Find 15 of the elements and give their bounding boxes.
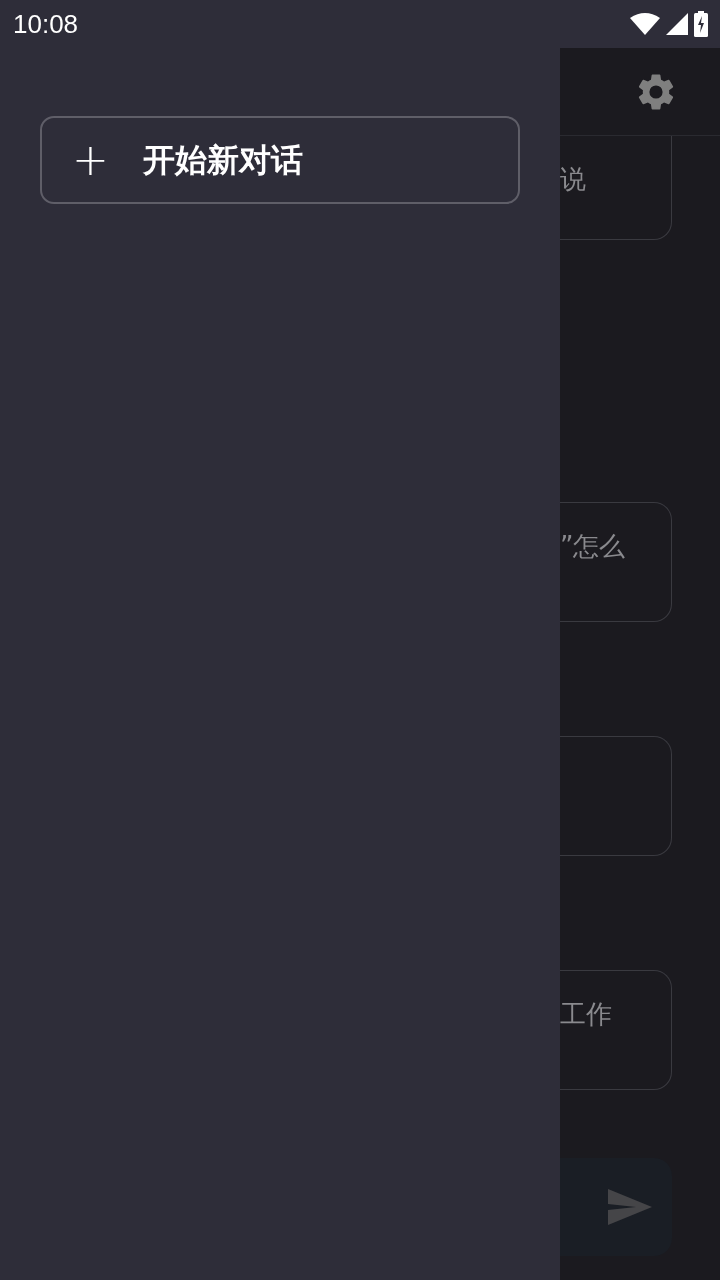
status-time: 10:08 — [13, 7, 79, 41]
message-text: 工作 — [560, 999, 612, 1029]
message-card[interactable] — [560, 736, 672, 856]
message-text: 说 — [560, 164, 586, 194]
new-chat-button[interactable]: + 开始新对话 — [40, 116, 520, 204]
battery-icon — [694, 11, 708, 37]
plus-icon: + — [72, 138, 109, 182]
message-text: ”怎么 — [560, 531, 626, 561]
message-card[interactable]: 工作 — [560, 970, 672, 1090]
send-icon — [608, 1189, 652, 1225]
signal-icon — [666, 13, 688, 35]
message-card[interactable]: 说 — [560, 136, 672, 240]
send-button[interactable] — [560, 1158, 672, 1256]
wifi-icon — [630, 13, 660, 35]
message-card[interactable]: ”怎么 — [560, 502, 672, 622]
